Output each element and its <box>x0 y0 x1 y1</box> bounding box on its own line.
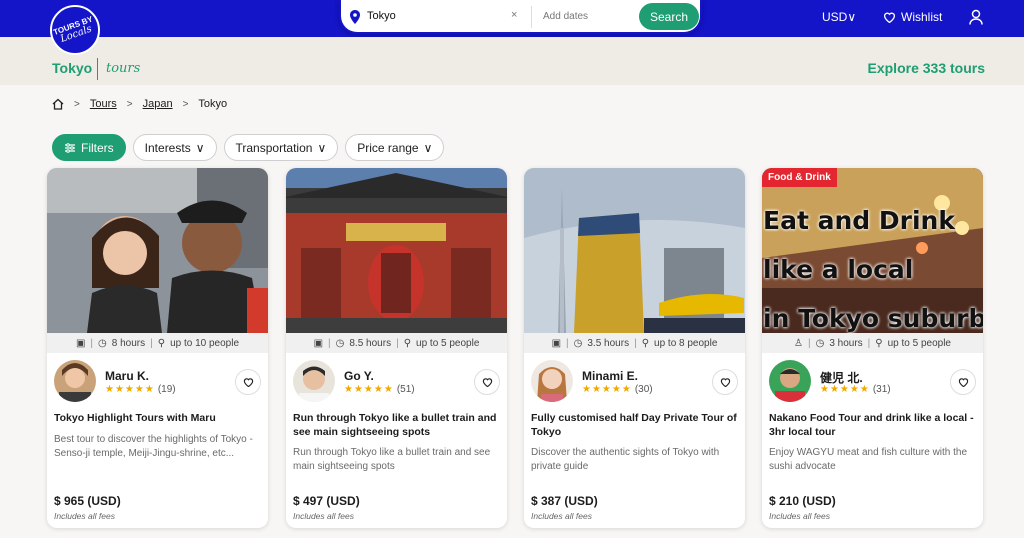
guide-avatar[interactable] <box>531 360 573 402</box>
review-count: (19) <box>157 384 176 395</box>
tour-price: $ 497 (USD) <box>293 494 360 508</box>
clock-icon: ◷ <box>573 337 583 349</box>
filter-bar: Filters Interests ∨ Transportation ∨ Price… <box>52 134 445 161</box>
tour-meta: ▣ | ◷ 3.5 hours | ⚲ up to 8 people <box>524 333 745 353</box>
currency-selector[interactable]: USD∨ <box>822 10 856 24</box>
promo-text: Eat and Drink like a local in Tokyo subu… <box>763 206 983 333</box>
clock-icon: ◷ <box>335 337 345 349</box>
tour-card[interactable]: ▣ | ◷ 8.5 hours | ⚲ up to 5 people Go Y. ★★★… <box>286 168 507 528</box>
filters-button[interactable]: Filters <box>52 134 126 161</box>
search-divider <box>531 6 532 28</box>
tour-meta: ▣ | ◷ 8 hours | ⚲ up to 10 people <box>47 333 268 353</box>
search-location-input[interactable]: Tokyo <box>367 10 396 22</box>
rating-stars: ★★★★★ (31) <box>820 384 891 395</box>
rating-stars: ★★★★★ (19) <box>105 384 176 395</box>
clock-icon: ◷ <box>815 337 825 349</box>
person-icon: ⚲ <box>875 337 883 349</box>
clear-icon[interactable]: × <box>511 9 517 21</box>
home-icon[interactable] <box>52 98 64 110</box>
person-icon: ⚲ <box>403 337 412 349</box>
tour-photo <box>524 168 745 333</box>
guide-avatar[interactable] <box>54 360 96 402</box>
tour-photo <box>286 168 507 333</box>
favorite-heart-icon[interactable] <box>235 369 261 395</box>
tour-card[interactable]: Food & Drink Eat and Drink like a local … <box>762 168 983 528</box>
tour-title[interactable]: Nakano Food Tour and drink like a local … <box>769 411 975 439</box>
favorite-heart-icon[interactable] <box>712 369 738 395</box>
chevron-right-icon: > <box>126 98 133 110</box>
fees-note: Includes all fees <box>54 511 115 521</box>
tour-photo <box>47 168 268 333</box>
fees-note: Includes all fees <box>769 511 830 521</box>
guide-avatar[interactable] <box>769 360 811 402</box>
review-count: (51) <box>396 384 415 395</box>
chevron-down-icon: ∨ <box>847 10 857 24</box>
tour-description: Discover the authentic sights of Tokyo w… <box>531 447 720 472</box>
guide-name[interactable]: Minami E. <box>582 369 638 383</box>
fees-note: Includes all fees <box>531 511 592 521</box>
city-divider <box>97 58 98 80</box>
breadcrumb-tokyo: Tokyo <box>198 98 228 110</box>
breadcrumb-japan[interactable]: Japan <box>143 98 173 110</box>
city-name: Tokyo <box>52 60 93 76</box>
tour-title[interactable]: Fully customised half Day Private Tour o… <box>531 411 737 439</box>
search-button[interactable]: Search <box>639 3 699 30</box>
chevron-right-icon: > <box>182 98 189 110</box>
bus-icon: ▣ <box>551 337 562 349</box>
transportation-dropdown[interactable]: Transportation ∨ <box>223 134 339 161</box>
dates-input[interactable]: Add dates <box>543 11 588 22</box>
guide-name[interactable]: Maru K. <box>105 369 149 383</box>
bus-icon: ▣ <box>75 337 86 349</box>
clock-icon: ◷ <box>98 337 107 349</box>
tour-title[interactable]: Run through Tokyo like a bullet train an… <box>293 411 499 439</box>
tour-price: $ 210 (USD) <box>769 494 836 508</box>
explore-tours-link[interactable]: Explore 333 tours <box>868 60 986 76</box>
city-tours-label: tours <box>106 61 141 76</box>
category-tag: Food & Drink <box>762 168 837 187</box>
tour-card[interactable]: ▣ | ◷ 3.5 hours | ⚲ up to 8 people Minami E.… <box>524 168 745 528</box>
guide-name[interactable]: Go Y. <box>344 369 374 383</box>
person-icon: ⚲ <box>157 337 166 349</box>
review-count: (30) <box>634 384 653 395</box>
bus-icon: ▣ <box>313 337 324 349</box>
chevron-down-icon: ∨ <box>195 140 205 155</box>
tour-title[interactable]: Tokyo Highlight Tours with Maru <box>54 411 260 425</box>
heart-icon <box>883 12 896 23</box>
tour-description: Enjoy WAGYU meat and fish culture with t… <box>769 447 968 472</box>
rating-stars: ★★★★★ (30) <box>582 384 653 395</box>
sliders-icon <box>65 142 75 153</box>
tours-by-locals-logo[interactable]: TOURS BY Locals <box>50 5 100 55</box>
price-range-dropdown[interactable]: Price range ∨ <box>345 134 445 161</box>
location-pin-icon <box>350 10 360 24</box>
tour-description: Run through Tokyo like a bullet train an… <box>293 447 491 472</box>
interests-dropdown[interactable]: Interests ∨ <box>132 134 217 161</box>
guide-avatar[interactable] <box>293 360 335 402</box>
tour-description: Best tour to discover the highlights of … <box>54 434 253 459</box>
breadcrumb: > Tours > Japan > Tokyo <box>52 98 227 110</box>
tour-meta: ♙ | ◷ 3 hours | ⚲ up to 5 people <box>762 333 983 353</box>
review-count: (31) <box>872 384 891 395</box>
breadcrumb-tours[interactable]: Tours <box>90 98 117 110</box>
chevron-down-icon: ∨ <box>423 140 433 155</box>
fees-note: Includes all fees <box>293 511 354 521</box>
user-icon[interactable] <box>969 9 983 25</box>
tour-price: $ 965 (USD) <box>54 494 121 508</box>
tour-card[interactable]: ▣ | ◷ 8 hours | ⚲ up to 10 people Maru K. ★★… <box>47 168 268 528</box>
wishlist-link[interactable]: Wishlist <box>883 10 942 24</box>
rating-stars: ★★★★★ (51) <box>344 384 415 395</box>
tour-photo: Food & Drink Eat and Drink like a local … <box>762 168 983 333</box>
favorite-heart-icon[interactable] <box>950 369 976 395</box>
favorite-heart-icon[interactable] <box>474 369 500 395</box>
tour-price: $ 387 (USD) <box>531 494 598 508</box>
tour-meta: ▣ | ◷ 8.5 hours | ⚲ up to 5 people <box>286 333 507 353</box>
chevron-down-icon: ∨ <box>317 140 327 155</box>
person-icon: ⚲ <box>641 337 650 349</box>
search-bar: Tokyo × Add dates Search <box>339 0 702 34</box>
walking-icon: ♙ <box>794 337 803 349</box>
chevron-right-icon: > <box>74 98 80 110</box>
